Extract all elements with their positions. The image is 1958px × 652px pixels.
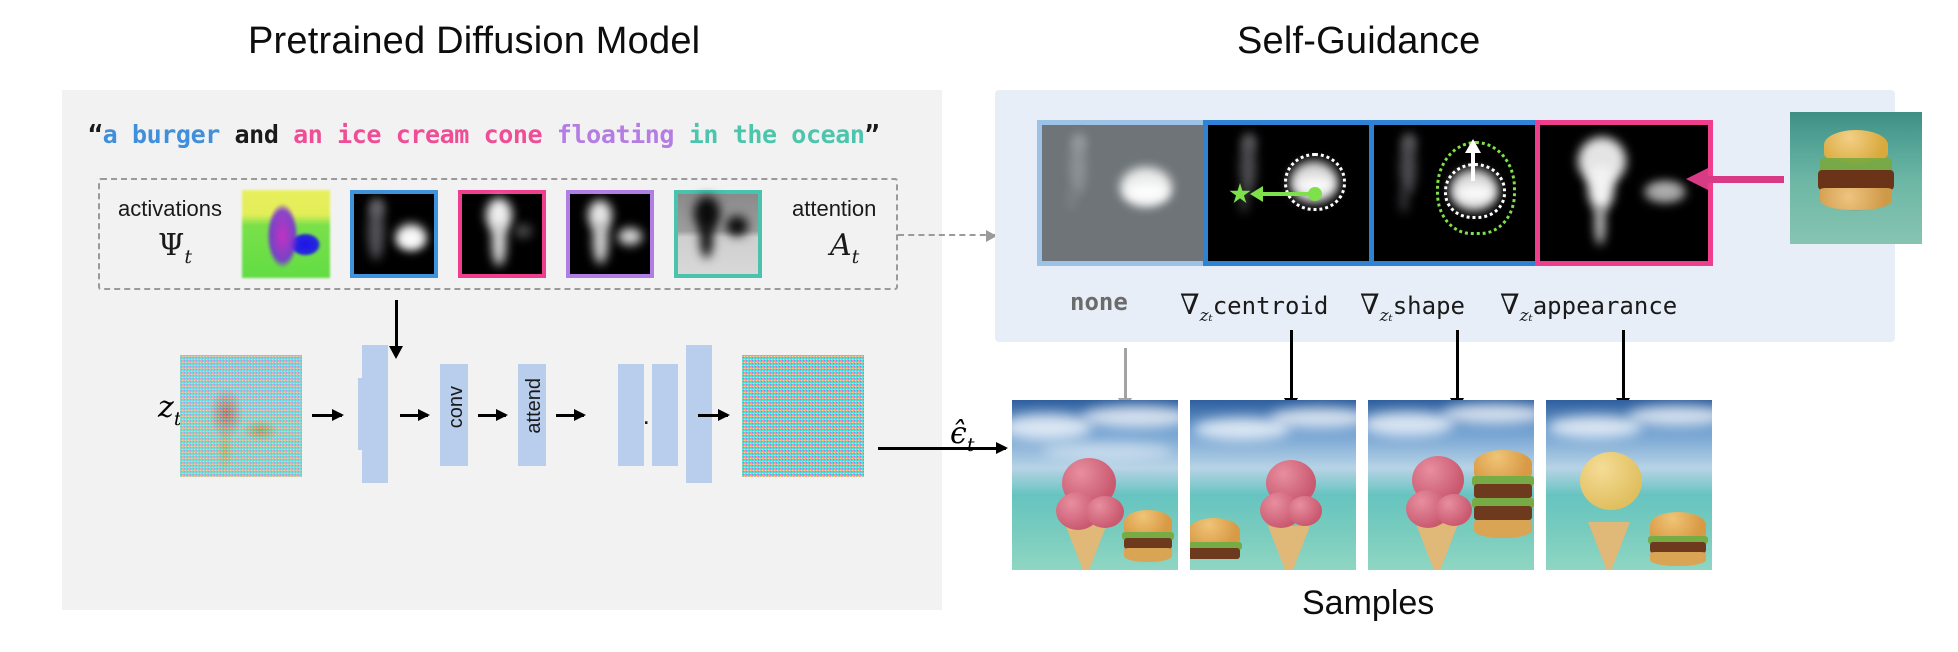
nabla-subscript-centroid: zₜ	[1199, 306, 1213, 326]
attention-map-ice-cream-cone	[458, 190, 546, 278]
centroid-shift-arrowhead	[1250, 186, 1263, 202]
attention-map-ocean	[674, 190, 762, 278]
attention-label: attention	[792, 196, 877, 221]
guidance-word-centroid: centroid	[1212, 292, 1329, 320]
arrow-centroid-to-sample	[1284, 330, 1298, 411]
guidance-word-appearance: appearance	[1532, 292, 1678, 320]
prompt-close-quote: ”	[864, 120, 880, 149]
prompt-segment-and: and	[219, 120, 294, 149]
sample-none	[1012, 400, 1178, 570]
guidance-caption-none: none	[1070, 288, 1128, 316]
prompt-segment-in-the-ocean: in the ocean	[688, 120, 865, 149]
prompt-segment-space-1	[542, 120, 557, 149]
guidance-word-shape: shape	[1392, 292, 1465, 320]
z-glyph: z	[158, 390, 174, 425]
attention-map-floating	[566, 190, 654, 278]
activations-symbol: Ψt	[158, 228, 192, 268]
prompt-segment-floating: floating	[556, 120, 675, 149]
guidance-tile-shape[interactable]	[1369, 120, 1547, 266]
samples-label: Samples	[1302, 584, 1435, 622]
psi-glyph: Ψ	[158, 228, 185, 263]
attention-to-unet-arrow	[389, 300, 403, 359]
epsilon-output-arrow	[878, 442, 1008, 454]
unet-arrow-3	[478, 409, 508, 421]
nabla-icon-shape: ∇	[1360, 288, 1380, 321]
psi-subscript: t	[184, 246, 192, 268]
appearance-reference-arrow	[1686, 168, 1784, 190]
nabla-icon-centroid: ∇	[1180, 288, 1200, 321]
activations-rgb-map	[242, 190, 330, 278]
predicted-noise-image	[742, 355, 864, 477]
sample-centroid	[1190, 400, 1356, 570]
latent-input-label: zt	[158, 390, 181, 430]
unet-arrow-5	[698, 409, 730, 421]
noisy-latent-image	[180, 355, 302, 477]
predicted-noise-label: ϵ̂t	[950, 416, 974, 456]
prompt-segment-space-2	[674, 120, 689, 149]
nabla-icon-appearance: ∇	[1500, 288, 1520, 321]
unet-decoder-block-2	[652, 364, 678, 466]
shape-grow-arrowhead	[1465, 139, 1481, 153]
activations-to-self-guidance-connector	[898, 230, 997, 242]
a-glyph: A	[830, 228, 852, 263]
a-subscript: t	[851, 246, 860, 268]
sample-shape	[1368, 400, 1534, 570]
guidance-caption-centroid: ∇zₜcentroid	[1180, 288, 1328, 326]
burger-in-ocean-reference	[1790, 112, 1922, 244]
guidance-caption-appearance: ∇zₜappearance	[1500, 288, 1677, 326]
nabla-subscript-shape: zₜ	[1379, 306, 1393, 326]
unet-arrow-1	[312, 409, 344, 421]
unet-decoder-block-1	[618, 364, 644, 466]
unet-attend-label: attend	[523, 378, 545, 434]
epsilon-hat-glyph: ϵ̂	[950, 416, 967, 451]
arrow-appearance-to-sample	[1616, 330, 1630, 411]
unet-arrow-2	[400, 409, 430, 421]
centroid-dotted-outline	[1284, 153, 1346, 211]
guidance-tile-appearance[interactable]	[1535, 120, 1713, 266]
activations-label: activations	[118, 196, 222, 221]
arrow-shape-to-sample	[1450, 330, 1464, 411]
shape-grow-arrow	[1471, 151, 1475, 181]
shape-target-outline	[1436, 141, 1516, 235]
prompt-segment-ice-cream-cone: an ice cream cone	[293, 120, 543, 149]
unet-encoder-block-1	[362, 345, 388, 483]
unet-arrow-4	[556, 409, 586, 421]
guidance-tile-centroid[interactable]	[1203, 120, 1381, 266]
prompt-segment-burger: a burger	[102, 120, 221, 149]
epsilon-subscript: t	[966, 434, 975, 456]
prompt-open-quote: “	[88, 120, 103, 149]
guidance-tile-none[interactable]	[1037, 120, 1215, 266]
attention-symbol: At	[830, 228, 859, 268]
guidance-caption-shape: ∇zₜshape	[1360, 288, 1465, 326]
prompt-text: “a burger and an ice cream cone floating…	[88, 120, 880, 149]
nabla-subscript-appearance: zₜ	[1519, 306, 1533, 326]
unet-conv-label: conv	[445, 386, 467, 429]
centroid-shift-arrow	[1258, 192, 1314, 196]
sample-appearance	[1546, 400, 1712, 570]
arrow-none-to-sample	[1118, 348, 1132, 411]
page-title-self-guidance: Self-Guidance	[1237, 20, 1481, 62]
page-title-pretrained-diffusion-model: Pretrained Diffusion Model	[248, 20, 701, 62]
attention-map-burger	[350, 190, 438, 278]
pretrained-diffusion-model-panel	[62, 90, 942, 610]
